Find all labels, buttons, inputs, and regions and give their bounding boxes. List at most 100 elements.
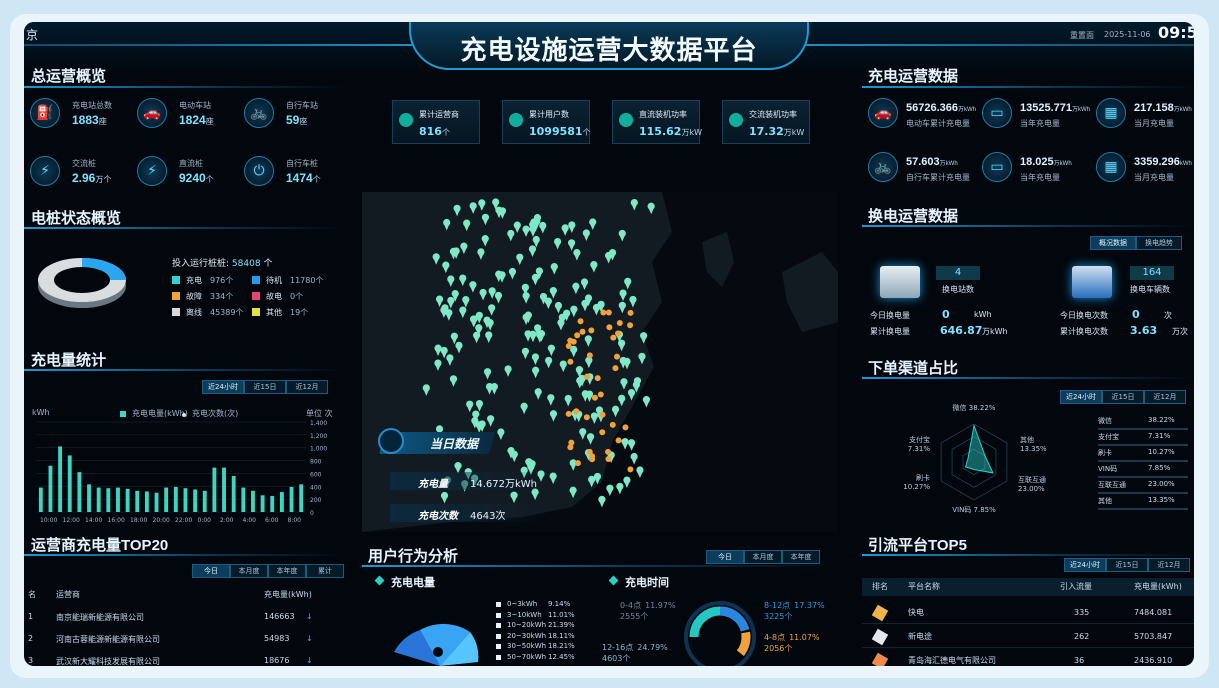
tab-operator-range[interactable]: 累计 — [306, 564, 344, 578]
channel-value: 38.22% — [1148, 416, 1175, 424]
tab-operator-range[interactable]: 本年度 — [268, 564, 306, 578]
stat-unit: 万kW — [783, 128, 805, 137]
left-axis-unit: kWh — [32, 408, 50, 417]
tab-behavior-range[interactable]: 本年度 — [782, 550, 820, 564]
legend-value: 18.21% — [548, 642, 575, 650]
y-tick-label: 200 — [310, 497, 322, 504]
bike-charger-icon: ⏻ — [244, 156, 274, 186]
tab-channel-range[interactable]: 近12月 — [1144, 390, 1186, 404]
station-pin-active — [627, 466, 634, 473]
ops-unit: 万kWh — [1072, 107, 1091, 113]
station-pin — [618, 301, 626, 314]
tab-traffic-range[interactable]: 近24小时 — [1064, 558, 1106, 572]
station-pin — [568, 221, 576, 233]
station-pin-active — [574, 460, 581, 467]
row-rank: 1 — [28, 612, 34, 621]
row-flow: 262 — [1074, 632, 1090, 641]
time-label: 4-8点 11.07% 2056个 — [764, 632, 820, 654]
channel-list-item: 互联互通 23.00% — [1098, 480, 1188, 494]
radar-label: 互联互通 — [1018, 475, 1046, 484]
ops-number: 3359.296 — [1134, 156, 1180, 168]
table-row[interactable]: 1 南京能瑞新能源有限公司 146663 ↓ — [24, 612, 344, 628]
station-pin — [459, 306, 467, 319]
tab-traffic-range[interactable]: 近12月 — [1148, 558, 1190, 572]
station-pin-active — [591, 394, 598, 401]
stat-label: 累计运营商 — [419, 110, 459, 119]
charge-label: 充电量 — [418, 479, 448, 490]
station-pin-active — [565, 342, 572, 349]
tab-charge-range[interactable]: 近24小时 — [202, 380, 244, 394]
channel-list-item: 微信 38.22% — [1098, 416, 1188, 430]
header-energy: 充电量(kWh) — [264, 590, 312, 599]
row-flow: 36 — [1074, 656, 1085, 665]
ops-unit: 万kWh — [1173, 107, 1192, 113]
overview-value: 1883座 — [72, 113, 107, 127]
tab-behavior-range[interactable]: 本月度 — [744, 550, 782, 564]
section-line — [862, 86, 1194, 88]
tab-traffic-range[interactable]: 近15日 — [1106, 558, 1148, 572]
tab-operator-range[interactable]: 本月度 — [230, 564, 268, 578]
stat-unit: 个 — [582, 128, 591, 137]
stat-unit: 个 — [441, 128, 450, 137]
pile-legend-item: 故障 334个 — [172, 291, 233, 302]
bar — [279, 492, 284, 512]
rose-center — [433, 647, 443, 657]
tab-behavior-range[interactable]: 今日 — [706, 550, 744, 564]
station-pin — [554, 301, 563, 314]
table-row[interactable]: 2 河南古蓉能源新能源有限公司 54983 ↓ — [24, 634, 344, 650]
table-row[interactable]: 新电途 262 5703.847 — [862, 626, 1194, 648]
station-pin-active — [599, 429, 606, 436]
legend-swatch — [496, 633, 501, 639]
rank-cube-icon — [871, 652, 889, 666]
legend-value: 0个 — [290, 292, 304, 301]
legend-label: 0~3kWh — [507, 600, 538, 608]
station-pin — [485, 382, 494, 395]
station-pin — [590, 261, 598, 273]
overview-number: 1474 — [286, 171, 313, 185]
bar — [77, 472, 82, 512]
bar — [116, 487, 120, 512]
tab-swap-view[interactable]: 换电趋势 — [1136, 236, 1182, 250]
station-pin — [549, 472, 557, 485]
legend-swatch — [496, 602, 501, 607]
bar — [96, 487, 101, 512]
y-tick-label: 1,400 — [310, 420, 327, 427]
radar-value: 10.27% — [903, 483, 930, 491]
tab-channel-range[interactable]: 近15日 — [1102, 390, 1144, 404]
running-piles: 投入运行桩桩: 58408 个 — [172, 256, 272, 269]
swap-station-label: 换电站数 — [942, 285, 974, 294]
bar — [154, 492, 159, 512]
station-pin — [629, 295, 637, 308]
swap-row-value: 0 — [1132, 308, 1140, 321]
time-percent: 17.37% — [794, 601, 825, 610]
tab-charge-range[interactable]: 近15日 — [244, 380, 286, 394]
overview-number: 9240 — [179, 171, 206, 185]
tab-channel-range[interactable]: 近24小时 — [1060, 390, 1102, 404]
bar — [135, 490, 140, 512]
stat-value-wrap: 1099581个 — [529, 125, 591, 138]
header-energy: 充电量(kWh) — [1134, 582, 1182, 591]
table-row[interactable]: 3 武汉新大耀科技发展有限公司 18676 ↓ — [24, 656, 344, 666]
table-row[interactable]: 青岛海汇德电气有限公司 36 2436.910 — [862, 650, 1194, 666]
today-data-label: 当日数据 — [430, 437, 479, 451]
reset-link[interactable]: 重置面 — [1070, 30, 1094, 41]
station-pin-active — [616, 319, 623, 326]
x-tick-label: 4:00 — [243, 517, 257, 524]
section-title-charge-stats: 充电量统计 — [31, 352, 107, 369]
header-flow: 引入流量 — [1060, 582, 1092, 591]
table-row[interactable]: 快电 335 7484.081 — [862, 602, 1194, 624]
station-pin — [642, 396, 651, 408]
tab-operator-range[interactable]: 今日 — [192, 564, 230, 578]
bar — [299, 484, 304, 512]
radar-label: VIN码 7.85% — [952, 506, 996, 514]
legend-label: 故障 — [186, 292, 202, 301]
station-pin — [481, 213, 490, 226]
swap-row-value: 3.63 — [1130, 324, 1158, 337]
station-pin — [623, 476, 631, 489]
overview-number: 1883 — [72, 113, 99, 127]
station-pin-active — [583, 414, 590, 421]
station-pin-active — [568, 439, 575, 446]
tab-charge-range[interactable]: 近12月 — [286, 380, 328, 394]
overview-number: 1824 — [179, 113, 206, 127]
tab-swap-view[interactable]: 概况数据 — [1090, 236, 1136, 250]
